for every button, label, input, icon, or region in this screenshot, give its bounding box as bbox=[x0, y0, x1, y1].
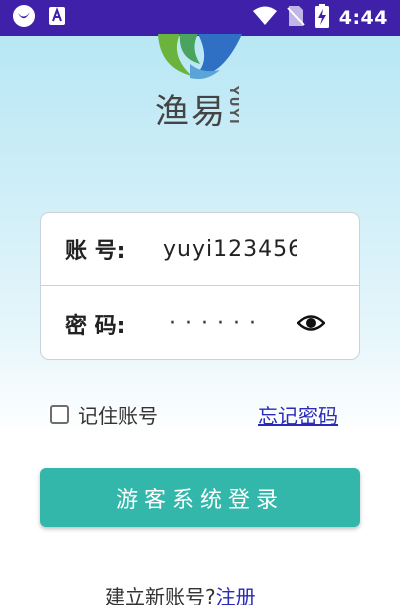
register-row: 建立新账号?注册 bbox=[105, 581, 256, 605]
app-swirl-icon bbox=[12, 4, 36, 32]
eye-icon[interactable] bbox=[296, 311, 326, 335]
remember-label: 记住账号 bbox=[78, 404, 158, 428]
logo-text: 渔易 bbox=[155, 92, 227, 132]
password-input[interactable]: ······ bbox=[163, 311, 297, 336]
forgot-password-link[interactable]: 忘记密码 bbox=[258, 400, 338, 429]
register-prompt: 建立新账号? bbox=[105, 585, 216, 605]
account-row: 账 号: bbox=[41, 213, 359, 286]
remember-account[interactable]: 记住账号 bbox=[50, 400, 158, 429]
text-a-icon bbox=[48, 6, 66, 30]
login-card: 账 号: 密 码: ······ bbox=[40, 212, 360, 360]
status-bar: 4:44 bbox=[0, 0, 400, 36]
register-link[interactable]: 注册 bbox=[216, 585, 256, 605]
logo-emblem-icon bbox=[158, 34, 242, 79]
logo-subtext: YUYI bbox=[227, 86, 241, 126]
password-label: 密 码: bbox=[65, 313, 126, 339]
password-row: 密 码: ······ bbox=[41, 287, 359, 360]
wifi-icon bbox=[252, 6, 277, 30]
no-sim-icon bbox=[287, 5, 305, 31]
guest-login-button[interactable]: 游客系统登录 bbox=[40, 468, 360, 527]
status-time: 4:44 bbox=[338, 7, 388, 29]
account-input[interactable] bbox=[163, 229, 297, 269]
battery-charging-icon bbox=[314, 4, 329, 32]
remember-checkbox[interactable] bbox=[50, 405, 69, 424]
account-label: 账 号: bbox=[65, 239, 126, 264]
